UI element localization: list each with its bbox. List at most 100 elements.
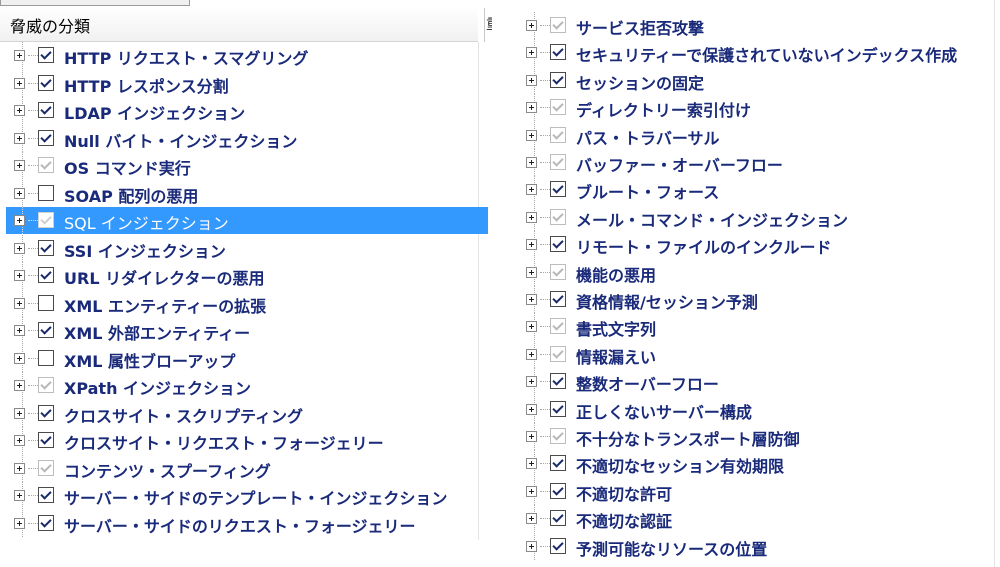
item-checkbox[interactable] bbox=[550, 17, 566, 33]
tree-row[interactable]: LDAP インジェクション bbox=[6, 97, 488, 124]
expand-plus-icon[interactable] bbox=[526, 157, 537, 168]
expand-plus-icon[interactable] bbox=[526, 458, 537, 470]
tree-row[interactable]: 正しくないサーバー構成 bbox=[518, 395, 988, 423]
expand-plus-icon[interactable] bbox=[526, 266, 537, 278]
item-checkbox[interactable] bbox=[38, 459, 54, 476]
tree-row[interactable]: 機能の悪用 bbox=[518, 258, 988, 286]
expand-plus-icon[interactable] bbox=[526, 184, 537, 196]
item-checkbox[interactable] bbox=[38, 212, 54, 228]
tree-row[interactable]: 不適切な認証 bbox=[518, 505, 988, 533]
expand-plus-icon[interactable] bbox=[526, 211, 537, 223]
expand-plus-icon[interactable] bbox=[14, 187, 25, 199]
tree-row[interactable]: パス・トラバーサル bbox=[518, 121, 988, 149]
tree-row[interactable]: 整数オーバーフロー bbox=[518, 368, 988, 396]
expand-plus-icon[interactable] bbox=[526, 129, 537, 141]
expand-plus-icon[interactable] bbox=[526, 239, 537, 251]
tree-row[interactable]: コンテンツ・スプーフィング bbox=[6, 454, 488, 482]
expand-plus-icon[interactable] bbox=[14, 77, 25, 89]
item-checkbox[interactable] bbox=[38, 184, 54, 201]
tree-row[interactable]: セッションの固定 bbox=[518, 66, 988, 94]
item-checkbox[interactable] bbox=[550, 71, 566, 88]
expand-plus-icon[interactable] bbox=[14, 517, 25, 529]
item-checkbox[interactable] bbox=[38, 514, 54, 531]
item-checkbox[interactable] bbox=[550, 373, 566, 390]
tree-row[interactable]: XML 属性ブローアップ bbox=[6, 344, 488, 372]
item-checkbox[interactable] bbox=[38, 47, 54, 63]
item-checkbox[interactable] bbox=[38, 74, 54, 91]
tree-row[interactable]: メール・コマンド・インジェクション bbox=[518, 203, 988, 231]
item-checkbox[interactable] bbox=[38, 239, 54, 256]
tree-row[interactable]: リモート・ファイルのインクルード bbox=[518, 231, 988, 259]
item-checkbox[interactable] bbox=[550, 181, 566, 198]
item-checkbox[interactable] bbox=[550, 400, 566, 417]
expand-plus-icon[interactable] bbox=[14, 270, 25, 281]
item-checkbox[interactable] bbox=[550, 44, 566, 61]
tree-row[interactable]: サーバー・サイドのリクエスト・フォージェリー bbox=[6, 509, 488, 537]
tree-row[interactable]: 資格情報/セッション予測 bbox=[518, 286, 988, 313]
expand-plus-icon[interactable] bbox=[14, 50, 25, 61]
item-checkbox[interactable] bbox=[550, 208, 566, 225]
item-checkbox[interactable] bbox=[38, 294, 54, 311]
expand-plus-icon[interactable] bbox=[526, 47, 537, 59]
item-checkbox[interactable] bbox=[550, 99, 566, 116]
item-checkbox[interactable] bbox=[38, 349, 54, 366]
item-checkbox[interactable] bbox=[38, 322, 54, 338]
tree-row[interactable]: サービス拒否攻撃 bbox=[518, 12, 988, 39]
expand-plus-icon[interactable] bbox=[14, 352, 25, 364]
tree-row[interactable]: SOAP 配列の悪用 bbox=[6, 179, 488, 207]
item-checkbox[interactable] bbox=[550, 236, 566, 253]
expand-plus-icon[interactable] bbox=[14, 297, 25, 309]
tree-row[interactable]: URL リダイレクターの悪用 bbox=[6, 262, 488, 289]
expand-plus-icon[interactable] bbox=[526, 294, 537, 305]
item-checkbox[interactable] bbox=[38, 487, 54, 503]
expand-plus-icon[interactable] bbox=[526, 403, 537, 415]
expand-plus-icon[interactable] bbox=[14, 462, 25, 474]
item-checkbox[interactable] bbox=[38, 404, 54, 421]
tree-row[interactable]: 予測可能なリソースの位置 bbox=[518, 532, 988, 560]
item-checkbox[interactable] bbox=[38, 102, 54, 118]
item-checkbox[interactable] bbox=[550, 154, 566, 170]
tree-row[interactable]: バッファー・オーバーフロー bbox=[518, 149, 988, 176]
tree-row[interactable]: 情報漏えい bbox=[518, 340, 988, 368]
expand-plus-icon[interactable] bbox=[14, 105, 25, 116]
expand-plus-icon[interactable] bbox=[526, 513, 537, 525]
item-checkbox[interactable] bbox=[550, 318, 566, 335]
item-checkbox[interactable] bbox=[38, 129, 54, 146]
expand-plus-icon[interactable] bbox=[526, 431, 537, 442]
tree-row[interactable]: HTTP レスポンス分割 bbox=[6, 69, 488, 97]
expand-plus-icon[interactable] bbox=[526, 102, 537, 114]
tree-row[interactable]: クロスサイト・スクリプティング bbox=[6, 399, 488, 427]
tree-row[interactable]: SQL インジェクション bbox=[6, 207, 488, 234]
tree-row[interactable]: XPath インジェクション bbox=[6, 372, 488, 399]
item-checkbox[interactable] bbox=[550, 537, 566, 554]
tree-row[interactable]: OS コマンド実行 bbox=[6, 152, 488, 179]
column-header-threat-classification[interactable]: 脅威の分類 bbox=[0, 6, 478, 42]
expand-plus-icon[interactable] bbox=[14, 132, 25, 144]
item-checkbox[interactable] bbox=[550, 455, 566, 472]
tree-row[interactable]: XML 外部エンティティー bbox=[6, 317, 488, 344]
expand-plus-icon[interactable] bbox=[526, 321, 537, 333]
expand-plus-icon[interactable] bbox=[526, 74, 537, 86]
column-separator[interactable] bbox=[484, 8, 485, 42]
tree-row[interactable]: ブルート・フォース bbox=[518, 176, 988, 204]
tree-row[interactable]: セキュリティーで保護されていないインデックス作成 bbox=[518, 39, 988, 67]
tree-row[interactable]: 不十分なトランスポート層防御 bbox=[518, 423, 988, 450]
tree-row[interactable]: HTTP リクエスト・スマグリング bbox=[6, 42, 488, 69]
item-checkbox[interactable] bbox=[550, 291, 566, 307]
tree-row[interactable]: クロスサイト・リクエスト・フォージェリー bbox=[6, 427, 488, 454]
item-checkbox[interactable] bbox=[550, 482, 566, 499]
item-checkbox[interactable] bbox=[38, 432, 54, 448]
item-checkbox[interactable] bbox=[550, 126, 566, 143]
item-checkbox[interactable] bbox=[550, 428, 566, 444]
expand-plus-icon[interactable] bbox=[14, 407, 25, 419]
expand-plus-icon[interactable] bbox=[14, 325, 25, 336]
item-checkbox[interactable] bbox=[550, 263, 566, 280]
tree-row[interactable]: 不適切な許可 bbox=[518, 477, 988, 505]
tree-row[interactable]: Null バイト・インジェクション bbox=[6, 124, 488, 152]
item-checkbox[interactable] bbox=[38, 157, 54, 173]
item-checkbox[interactable] bbox=[550, 510, 566, 527]
item-checkbox[interactable] bbox=[38, 377, 54, 393]
expand-plus-icon[interactable] bbox=[14, 435, 25, 446]
tree-row[interactable]: ディレクトリー索引付け bbox=[518, 94, 988, 122]
tree-row[interactable]: SSI インジェクション bbox=[6, 234, 488, 262]
